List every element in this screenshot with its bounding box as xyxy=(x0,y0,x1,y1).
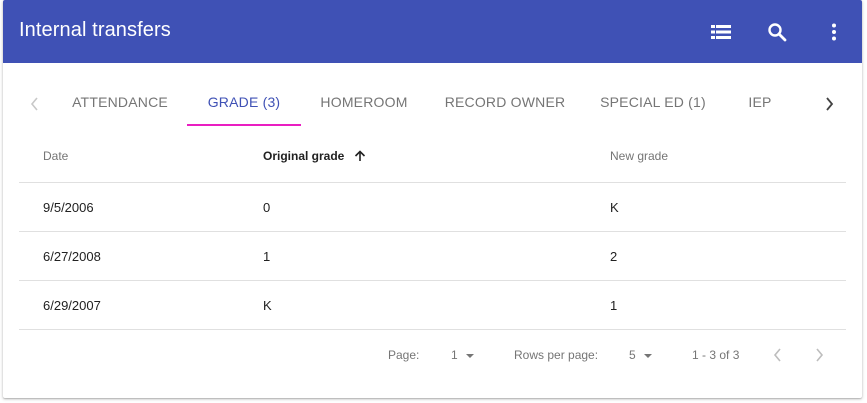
cell-new-grade: 1 xyxy=(610,297,618,313)
cell-date: 6/29/2007 xyxy=(43,297,101,313)
rows-per-page-label: Rows per page: xyxy=(514,348,599,362)
table-header-row: Date Original grade New grade xyxy=(19,130,846,183)
search-icon[interactable] xyxy=(763,18,791,46)
rows-per-page-value: 5 xyxy=(629,348,636,362)
arrow-up-icon xyxy=(354,150,366,162)
pagination-range: 1 - 3 of 3 xyxy=(692,348,740,362)
column-header-date[interactable]: Date xyxy=(43,130,68,182)
cell-new-grade: 2 xyxy=(610,248,618,264)
table-pagination: Page: 1 Rows per page: 5 1 - 3 of 3 xyxy=(19,334,846,378)
tab-indicator xyxy=(187,124,301,126)
tab-bar: ATTENDANCE GRADE (3) HOMEROOM RECORD OWN… xyxy=(3,82,862,128)
cell-new-grade: K xyxy=(610,199,619,215)
column-header-original-grade[interactable]: Original grade xyxy=(263,130,366,182)
dropdown-caret-icon xyxy=(465,353,474,358)
dropdown-caret-icon xyxy=(643,353,652,358)
column-header-new-grade[interactable]: New grade xyxy=(610,130,668,182)
tab-grade[interactable]: GRADE (3) xyxy=(187,82,301,126)
tabs-scroll-right-icon[interactable] xyxy=(819,94,839,114)
previous-page-icon[interactable] xyxy=(768,345,788,365)
tab-attendance[interactable]: ATTENDANCE xyxy=(65,82,175,126)
column-header-original-grade-label: Original grade xyxy=(263,149,345,163)
page-title: Internal transfers xyxy=(19,19,171,41)
tab-record-owner[interactable]: RECORD OWNER xyxy=(435,82,575,126)
cell-original-grade: 0 xyxy=(263,199,271,215)
rows-per-page-select[interactable]: 5 xyxy=(629,348,652,362)
tab-iep[interactable]: IEP xyxy=(737,82,783,126)
tab-special-ed[interactable]: SPECIAL ED (1) xyxy=(593,82,713,126)
grade-table: Date Original grade New grade 9/5/2006 0… xyxy=(19,130,846,330)
cell-original-grade: K xyxy=(263,297,272,313)
table-row[interactable]: 6/29/2007 K 1 xyxy=(19,281,846,330)
tabs-scroll-left-icon[interactable] xyxy=(25,94,45,114)
cell-date: 6/27/2008 xyxy=(43,248,101,264)
table-row[interactable]: 9/5/2006 0 K xyxy=(19,183,846,232)
view-list-icon[interactable] xyxy=(707,18,735,46)
cell-original-grade: 1 xyxy=(263,248,271,264)
cell-date: 9/5/2006 xyxy=(43,199,94,215)
page-label: Page: xyxy=(388,348,420,362)
app-bar: Internal transfers xyxy=(3,0,862,63)
next-page-icon[interactable] xyxy=(809,345,829,365)
table-row[interactable]: 6/27/2008 1 2 xyxy=(19,232,846,281)
more-vert-icon[interactable] xyxy=(820,18,848,46)
tab-homeroom[interactable]: HOMEROOM xyxy=(311,82,417,126)
internal-transfers-card: Internal transfers ATTENDANCE GRADE (3) … xyxy=(3,0,862,398)
page-select[interactable]: 1 xyxy=(451,348,474,362)
page-select-value: 1 xyxy=(451,348,458,362)
